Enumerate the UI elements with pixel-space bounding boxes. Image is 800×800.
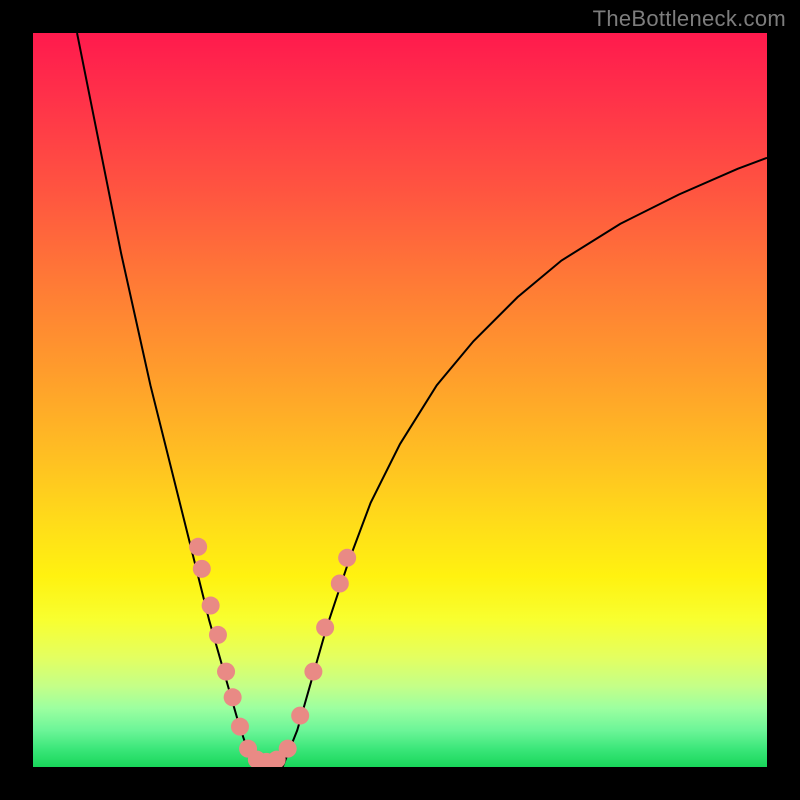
data-marker bbox=[231, 718, 249, 736]
bottleneck-curve bbox=[77, 33, 767, 767]
data-marker bbox=[291, 707, 309, 725]
data-marker bbox=[279, 740, 297, 758]
data-marker bbox=[331, 575, 349, 593]
data-marker bbox=[304, 663, 322, 681]
data-marker bbox=[193, 560, 211, 578]
data-marker bbox=[338, 549, 356, 567]
data-marker bbox=[224, 688, 242, 706]
data-marker bbox=[217, 663, 235, 681]
data-marker bbox=[209, 626, 227, 644]
data-marker bbox=[189, 538, 207, 556]
plot-area bbox=[33, 33, 767, 767]
data-marker bbox=[316, 619, 334, 637]
watermark-text: TheBottleneck.com bbox=[593, 6, 786, 32]
chart-svg bbox=[33, 33, 767, 767]
data-marker bbox=[202, 597, 220, 615]
curve-group bbox=[77, 33, 767, 767]
chart-frame: TheBottleneck.com bbox=[0, 0, 800, 800]
marker-group bbox=[189, 538, 356, 767]
